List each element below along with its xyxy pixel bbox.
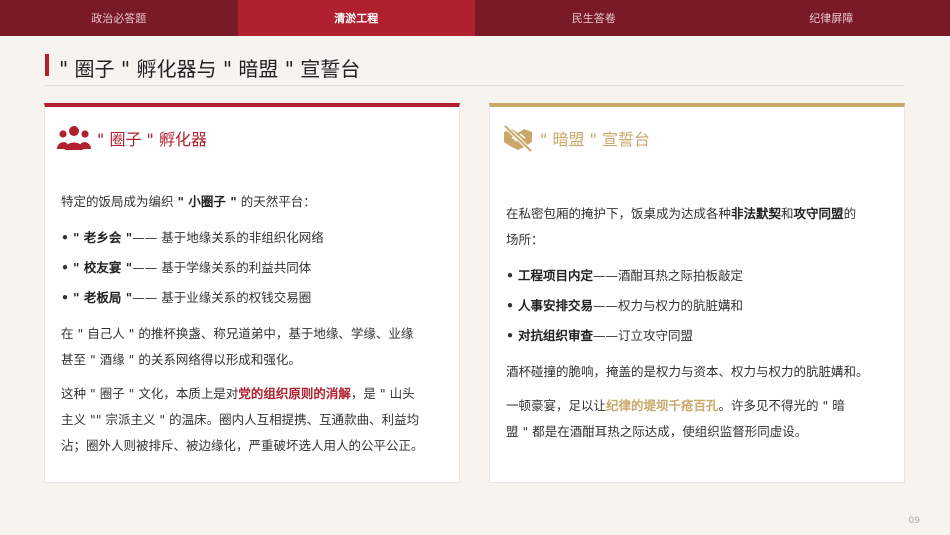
bullet-term: 工程项目内定 [518, 268, 594, 283]
page-title: " 圈子 " 孵化器与 " 暗盟 " 宣誓台 [59, 57, 361, 81]
list-item: • " 老板局 "—— 基于业缘关系的权钱交易圈 [61, 290, 312, 305]
bullet-term: " 校友宴 " [73, 260, 133, 275]
bullet-term: " 老板局 " [73, 290, 133, 305]
title-bar: " 圈子 " 孵化器与 " 暗盟 " 宣誓台 [45, 54, 905, 86]
intro-text: 在私密包厢的掩护下，饭桌成为达成各种 [506, 206, 732, 221]
list-item: • " 老乡会 "—— 基于地缘关系的非组织化网络 [61, 230, 324, 245]
bullet-desc: —— 基于学缘关系的利益共同体 [132, 260, 312, 275]
bullet-desc: ——酒酣耳热之际拍板敲定 [593, 268, 744, 283]
card-body: 在私密包厢的掩护下，饭桌成为达成各种非法默契和攻守同盟的 场所： • 工程项目内定… [506, 201, 890, 453]
paragraph-text: ，是 " 山头 [350, 386, 415, 401]
handshake-slash-icon [502, 124, 534, 152]
paragraph-line: 场所： [506, 232, 544, 247]
list-item: • " 校友宴 "—— 基于学缘关系的利益共同体 [61, 260, 312, 275]
people-group-icon [57, 125, 91, 151]
bullet-list: • " 老乡会 "—— 基于地缘关系的非组织化网络 • " 校友宴 "—— 基于学缘… [61, 223, 445, 313]
intro-text-end: 的天然平台： [236, 194, 316, 209]
tab-livelihood[interactable]: 民生答卷 [475, 0, 713, 36]
tab-discipline[interactable]: 纪律屏障 [713, 0, 950, 36]
paragraph-line: 在 " 自己人 " 的推杯换盏、称兄道弟中，基于地缘、学缘、业缘 [61, 326, 414, 341]
toast-paragraph: 酒杯碰撞的脆响，掩盖的是权力与资本、权力与权力的肮脏媾和。 [506, 359, 890, 385]
top-nav: 政治必答题 清淤工程 民生答卷 纪律屏障 [0, 0, 950, 36]
circle-incubator-card: " 圈子 " 孵化器 特定的饭局成为编织 " 小圈子 " 的天然平台： • " 老… [44, 103, 460, 483]
list-item: • 人事安排交易——权力与权力的肮脏媾和 [506, 298, 744, 313]
card-header: " 圈子 " 孵化器 [57, 123, 207, 153]
bullet-desc: —— 基于业缘关系的权钱交易圈 [132, 290, 312, 305]
bullet-desc: —— 基于地缘关系的非组织化网络 [132, 230, 324, 245]
paragraph-text: 一顿豪宴，足以让 [506, 398, 607, 413]
paragraph-line: 沾；圈外人则被排斥、被边缘化，严重破坏选人用人的公平公正。 [61, 438, 424, 453]
bullet-term: 对抗组织审查 [518, 328, 594, 343]
highlight-text: 纪律的堤坝千疮百孔 [606, 398, 719, 413]
card-title: " 暗盟 " 宣誓台 [540, 130, 650, 149]
feast-paragraph: 一顿豪宴，足以让纪律的堤坝千疮百孔。许多见不得光的 " 暗 盟 " 都是在酒酣耳… [506, 393, 890, 445]
list-item: • 对抗组织审查——订立攻守同盟 [506, 328, 694, 343]
paragraph-line: 酒杯碰撞的脆响，掩盖的是权力与资本、权力与权力的肮脏媾和。 [506, 364, 869, 379]
card-title: " 圈子 " 孵化器 [97, 130, 207, 149]
culture-paragraph: 这种 " 圈子 " 文化，本质上是对党的组织原则的消解，是 " 山头 主义 ""… [61, 381, 445, 459]
highlight-text: 党的组织原则的消解 [238, 386, 351, 401]
card-body: 特定的饭局成为编织 " 小圈子 " 的天然平台： • " 老乡会 "—— 基于地缘… [61, 189, 445, 467]
card-header: " 暗盟 " 宣誓台 [502, 123, 650, 153]
relationship-paragraph: 在 " 自己人 " 的推杯换盏、称兄道弟中，基于地缘、学缘、业缘 甚至 " 酒缘… [61, 321, 445, 373]
intro-text: 和 [781, 206, 794, 221]
paragraph-text: 这种 " 圈子 " 文化，本质上是对 [61, 386, 239, 401]
intro-paragraph: 特定的饭局成为编织 " 小圈子 " 的天然平台： [61, 189, 445, 215]
bullet-term: " 老乡会 " [73, 230, 133, 245]
bullet-term: 人事安排交易 [518, 298, 594, 313]
tab-cleanup-project[interactable]: 清淤工程 [237, 0, 475, 36]
intro-text: 特定的饭局成为编织 [61, 194, 178, 209]
secret-alliance-card: " 暗盟 " 宣誓台 在私密包厢的掩护下，饭桌成为达成各种非法默契和攻守同盟的 … [489, 103, 905, 483]
paragraph-line: 甚至 " 酒缘 " 的关系网络得以形成和强化。 [61, 352, 301, 367]
intro-bold-term: 攻守同盟 [793, 206, 844, 221]
tab-politics[interactable]: 政治必答题 [0, 0, 238, 36]
intro-bold-term: " 小圈子 " [177, 194, 237, 209]
paragraph-line: 盟 " 都是在酒酣耳热之际达成，使组织监督形同虚设。 [506, 424, 808, 439]
title-accent-bar [45, 54, 49, 76]
paragraph-line: 主义 "" 宗派主义 " 的温床。圈内人互相提携、互通款曲、利益均 [61, 412, 420, 427]
intro-paragraph: 在私密包厢的掩护下，饭桌成为达成各种非法默契和攻守同盟的 场所： [506, 201, 890, 253]
list-item: • 工程项目内定——酒酣耳热之际拍板敲定 [506, 268, 744, 283]
page-number: 09 [908, 516, 920, 526]
paragraph-text: 。许多见不得光的 " 暗 [718, 398, 845, 413]
bullet-list: • 工程项目内定——酒酣耳热之际拍板敲定 • 人事安排交易——权力与权力的肮脏媾和 … [506, 261, 890, 351]
intro-bold-term: 非法默契 [731, 206, 782, 221]
bullet-desc: ——订立攻守同盟 [593, 328, 694, 343]
bullet-desc: ——权力与权力的肮脏媾和 [593, 298, 744, 313]
intro-text: 的 [843, 206, 857, 221]
